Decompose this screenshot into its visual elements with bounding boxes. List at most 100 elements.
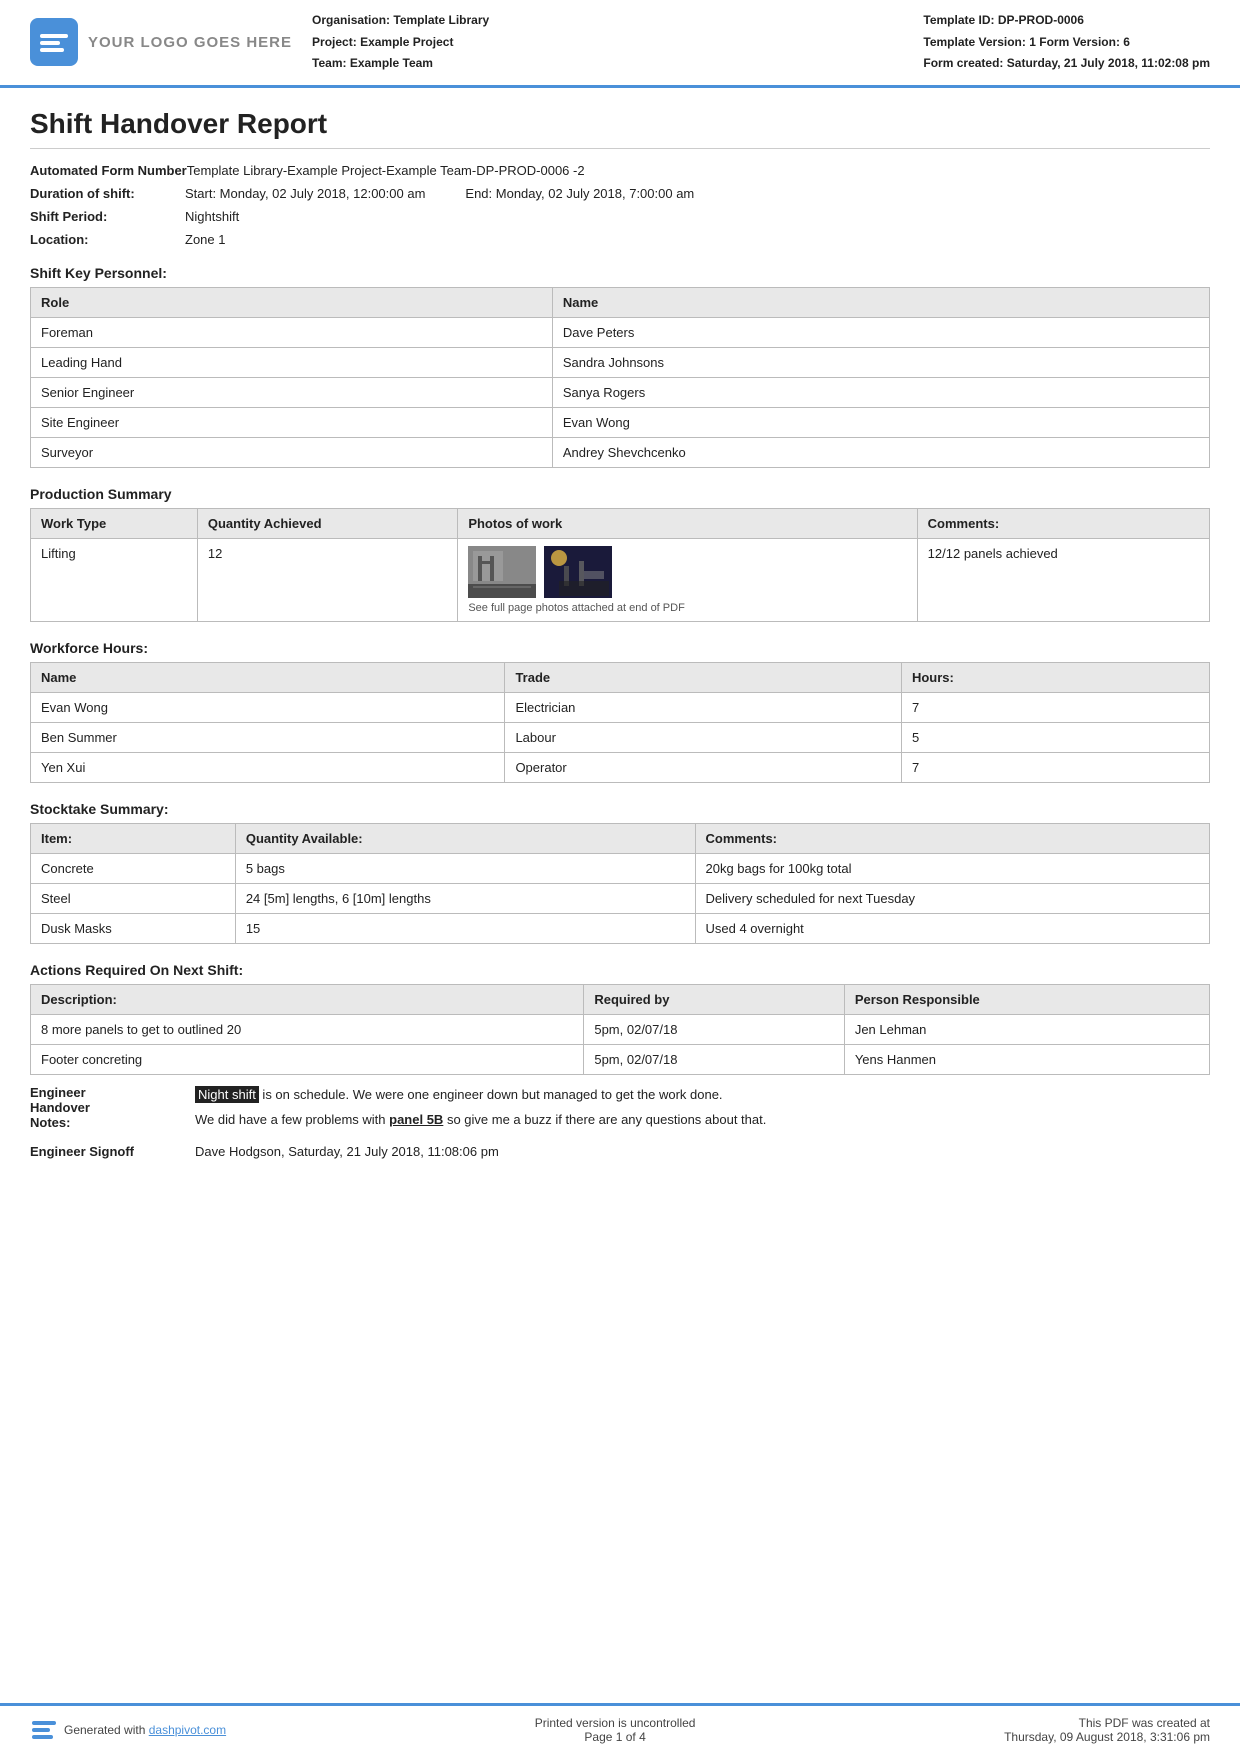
panel-5b-link[interactable]: panel 5B: [389, 1112, 443, 1127]
wf-trade-cell: Labour: [505, 722, 902, 752]
st-item-cell: Dusk Masks: [31, 913, 236, 943]
role-cell: Leading Hand: [31, 347, 553, 377]
col-person-responsible: Person Responsible: [844, 984, 1209, 1014]
footer-right: This PDF was created at Thursday, 09 Aug…: [1004, 1716, 1210, 1744]
location-row: Location: Zone 1: [30, 232, 1210, 247]
location-label: Location:: [30, 232, 185, 247]
footer: Generated with dashpivot.com Printed ver…: [0, 1703, 1240, 1754]
stocktake-table: Item: Quantity Available: Comments: Conc…: [30, 823, 1210, 944]
wf-hours-cell: 7: [901, 692, 1209, 722]
col-qty-available: Quantity Available:: [235, 823, 695, 853]
name-cell: Sandra Johnsons: [552, 347, 1209, 377]
name-cell: Sanya Rogers: [552, 377, 1209, 407]
st-comments-cell: Delivery scheduled for next Tuesday: [695, 883, 1210, 913]
table-row: Yen Xui Operator 7: [31, 752, 1210, 782]
footer-center-line1: Printed version is uncontrolled: [535, 1716, 696, 1730]
st-qty-cell: 24 [5m] lengths, 6 [10m] lengths: [235, 883, 695, 913]
table-row: Steel 24 [5m] lengths, 6 [10m] lengths D…: [31, 883, 1210, 913]
engineer-note2-after: so give me a buzz if there are any quest…: [443, 1112, 766, 1127]
shift-period-value: Nightshift: [185, 209, 1210, 224]
work-type-cell: Lifting: [31, 538, 198, 621]
wf-hours-cell: 5: [901, 722, 1209, 752]
quantity-cell: 12: [197, 538, 457, 621]
wf-trade-cell: Electrician: [505, 692, 902, 722]
shift-period-row: Shift Period: Nightshift: [30, 209, 1210, 224]
table-row: Senior Engineer Sanya Rogers: [31, 377, 1210, 407]
form-created-label: Form created:: [923, 56, 1003, 70]
form-version-value: 6: [1123, 35, 1130, 49]
actions-header-row: Description: Required by Person Responsi…: [31, 984, 1210, 1014]
wf-name-cell: Ben Summer: [31, 722, 505, 752]
role-cell: Senior Engineer: [31, 377, 553, 407]
role-cell: Site Engineer: [31, 407, 553, 437]
table-row: Foreman Dave Peters: [31, 317, 1210, 347]
team-value: Example Team: [350, 56, 433, 70]
org-label: Organisation:: [312, 13, 390, 27]
location-value: Zone 1: [185, 232, 1210, 247]
st-comments-cell: 20kg bags for 100kg total: [695, 853, 1210, 883]
col-trade: Trade: [505, 662, 902, 692]
duration-end: End: Monday, 02 July 2018, 7:00:00 am: [465, 186, 694, 201]
production-comments-cell: 12/12 panels achieved: [917, 538, 1209, 621]
table-row: Lifting 12: [31, 538, 1210, 621]
report-title: Shift Handover Report: [30, 108, 1210, 149]
action-person-cell: Jen Lehman: [844, 1014, 1209, 1044]
workforce-table: Name Trade Hours: Evan Wong Electrician …: [30, 662, 1210, 783]
action-required-cell: 5pm, 02/07/18: [584, 1044, 844, 1074]
page: YOUR LOGO GOES HERE Organisation: Templa…: [0, 0, 1240, 1754]
production-title: Production Summary: [30, 486, 1210, 502]
table-row: 8 more panels to get to outlined 20 5pm,…: [31, 1014, 1210, 1044]
project-label: Project:: [312, 35, 357, 49]
table-row: Site Engineer Evan Wong: [31, 407, 1210, 437]
night-photo: [544, 546, 612, 598]
form-version-label: Form Version:: [1039, 35, 1120, 49]
production-header-row: Work Type Quantity Achieved Photos of wo…: [31, 508, 1210, 538]
template-id-value: DP-PROD-0006: [998, 13, 1084, 27]
team-row: Team: Example Team: [312, 53, 903, 75]
engineer-handover-label: EngineerHandoverNotes:: [30, 1085, 185, 1131]
personnel-table: Role Name Foreman Dave Peters Leading Ha…: [30, 287, 1210, 468]
footer-right-line2: Thursday, 09 August 2018, 3:31:06 pm: [1004, 1730, 1210, 1744]
name-cell: Andrey Shevchcenko: [552, 437, 1209, 467]
footer-logo-icon: [30, 1716, 58, 1744]
name-cell: Evan Wong: [552, 407, 1209, 437]
form-number-value: Template Library-Example Project-Example…: [187, 163, 1210, 178]
table-row: Dusk Masks 15 Used 4 overnight: [31, 913, 1210, 943]
role-cell: Surveyor: [31, 437, 553, 467]
col-hours: Hours:: [901, 662, 1209, 692]
highlight-night-shift: Night shift: [195, 1086, 259, 1103]
footer-right-line1: This PDF was created at: [1004, 1716, 1210, 1730]
team-label: Team:: [312, 56, 346, 70]
actions-title: Actions Required On Next Shift:: [30, 962, 1210, 978]
st-qty-cell: 5 bags: [235, 853, 695, 883]
version-row: Template Version: 1 Form Version: 6: [923, 32, 1210, 54]
shift-period-label: Shift Period:: [30, 209, 185, 224]
col-photos: Photos of work: [458, 508, 917, 538]
footer-center: Printed version is uncontrolled Page 1 o…: [535, 1716, 696, 1744]
action-desc-cell: Footer concreting: [31, 1044, 584, 1074]
org-value: Template Library: [393, 13, 489, 27]
engineer-note2: We did have a few problems with panel 5B…: [195, 1110, 1210, 1131]
st-item-cell: Steel: [31, 883, 236, 913]
form-created-row: Form created: Saturday, 21 July 2018, 11…: [923, 53, 1210, 75]
table-row: Leading Hand Sandra Johnsons: [31, 347, 1210, 377]
duration-start: Start: Monday, 02 July 2018, 12:00:00 am: [185, 186, 425, 201]
production-table: Work Type Quantity Achieved Photos of wo…: [30, 508, 1210, 622]
template-version-value: 1: [1029, 35, 1036, 49]
duration-values: Start: Monday, 02 July 2018, 12:00:00 am…: [185, 186, 1210, 201]
action-desc-cell: 8 more panels to get to outlined 20: [31, 1014, 584, 1044]
action-person-cell: Yens Hanmen: [844, 1044, 1209, 1074]
signoff-label: Engineer Signoff: [30, 1144, 185, 1159]
role-cell: Foreman: [31, 317, 553, 347]
workforce-header-row: Name Trade Hours:: [31, 662, 1210, 692]
header-right: Template ID: DP-PROD-0006 Template Versi…: [923, 10, 1210, 75]
personnel-title: Shift Key Personnel:: [30, 265, 1210, 281]
dashpivot-link[interactable]: dashpivot.com: [149, 1723, 226, 1737]
form-created-value: Saturday, 21 July 2018, 11:02:08 pm: [1007, 56, 1210, 70]
personnel-header-row: Role Name: [31, 287, 1210, 317]
col-quantity-achieved: Quantity Achieved: [197, 508, 457, 538]
main-content: Shift Handover Report Automated Form Num…: [0, 88, 1240, 1703]
table-row: Surveyor Andrey Shevchcenko: [31, 437, 1210, 467]
engineer-signoff-section: Engineer Signoff Dave Hodgson, Saturday,…: [30, 1144, 1210, 1159]
table-row: Ben Summer Labour 5: [31, 722, 1210, 752]
